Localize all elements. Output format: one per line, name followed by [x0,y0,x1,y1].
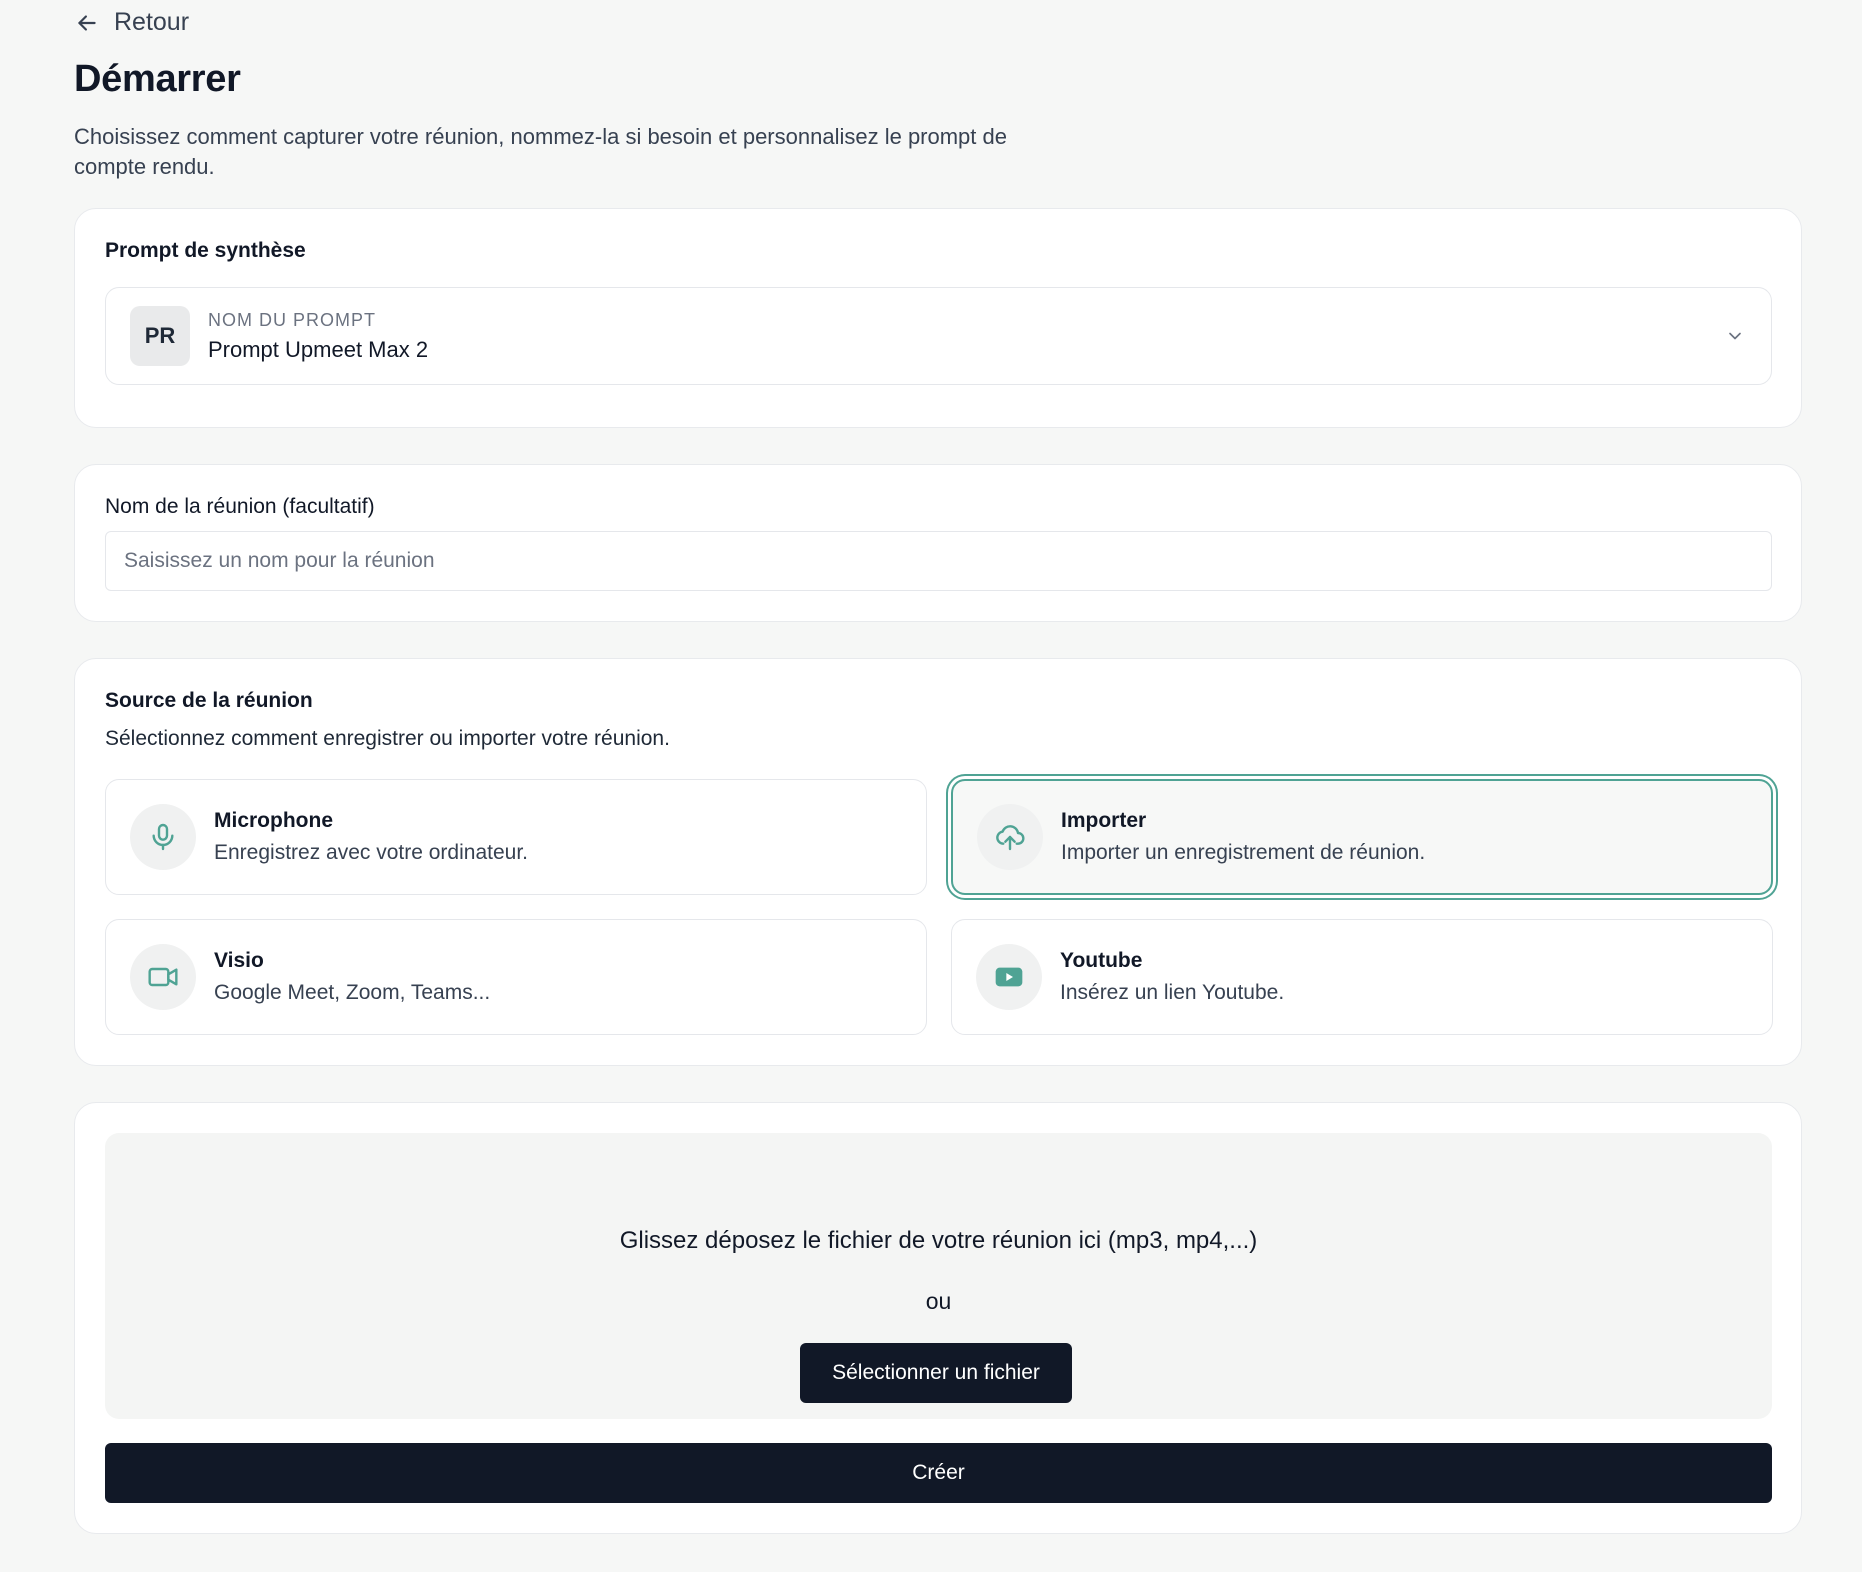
page-subtitle: Choisissez comment capturer votre réunio… [74,124,1007,179]
prompt-select[interactable]: PR NOM DU PROMPT Prompt Upmeet Max 2 [105,287,1772,385]
option-title: Microphone [214,809,333,832]
cloud-upload-icon [996,825,1025,851]
option-subtitle: Enregistrez avec votre ordinateur. [214,841,528,864]
upload-card: Glissez déposez le fichier de votre réun… [74,1102,1802,1534]
meeting-name-label: Nom de la réunion (facultatif) [105,495,375,518]
source-card-label: Source de la réunion [105,689,313,712]
select-file-button[interactable]: Sélectionner un fichier [800,1343,1072,1403]
source-option-youtube[interactable]: Youtube Insérez un lien Youtube. [951,919,1773,1035]
prompt-caption: NOM DU PROMPT [208,309,376,330]
source-card-description: Sélectionnez comment enregistrer ou impo… [105,727,670,750]
option-subtitle: Importer un enregistrement de réunion. [1061,841,1426,864]
chevron-down-icon[interactable] [1725,326,1745,346]
file-dropzone[interactable]: Glissez déposez le fichier de votre réun… [105,1133,1772,1419]
meeting-name-card: Nom de la réunion (facultatif) [74,464,1802,622]
prompt-avatar: PR [130,306,190,366]
option-subtitle: Insérez un lien Youtube. [1060,981,1285,1004]
start-page: Retour Démarrer Choisissez comment captu… [0,0,1862,1572]
prompt-card: Prompt de synthèse PR NOM DU PROMPT Prom… [74,208,1802,428]
microphone-icon [152,823,174,851]
video-camera-icon [148,967,178,987]
source-option-importer[interactable]: Importer Importer un enregistrement de r… [951,779,1773,895]
back-label: Retour [114,8,190,36]
option-title: Importer [1061,809,1147,832]
option-title: Youtube [1060,949,1143,972]
create-button[interactable]: Créer [105,1443,1772,1503]
source-option-visio[interactable]: Visio Google Meet, Zoom, Teams... [105,919,927,1035]
page-title: Démarrer [74,58,241,100]
arrow-left-icon [78,14,96,31]
meeting-name-input[interactable] [105,531,1772,591]
dropzone-text: Glissez déposez le fichier de votre réun… [619,1227,1258,1254]
prompt-text: NOM DU PROMPT Prompt Upmeet Max 2 [208,310,428,363]
prompt-card-label: Prompt de synthèse [105,239,306,262]
dropzone-or-text: ou [925,1288,952,1314]
meeting-source-card: Source de la réunion Sélectionnez commen… [74,658,1802,1066]
option-title: Visio [214,949,264,972]
back-link[interactable]: Retour [74,8,189,37]
source-option-microphone[interactable]: Microphone Enregistrez avec votre ordina… [105,779,927,895]
option-subtitle: Google Meet, Zoom, Teams... [214,981,491,1004]
prompt-selected-value: Prompt Upmeet Max 2 [208,336,429,362]
youtube-icon [995,967,1023,987]
